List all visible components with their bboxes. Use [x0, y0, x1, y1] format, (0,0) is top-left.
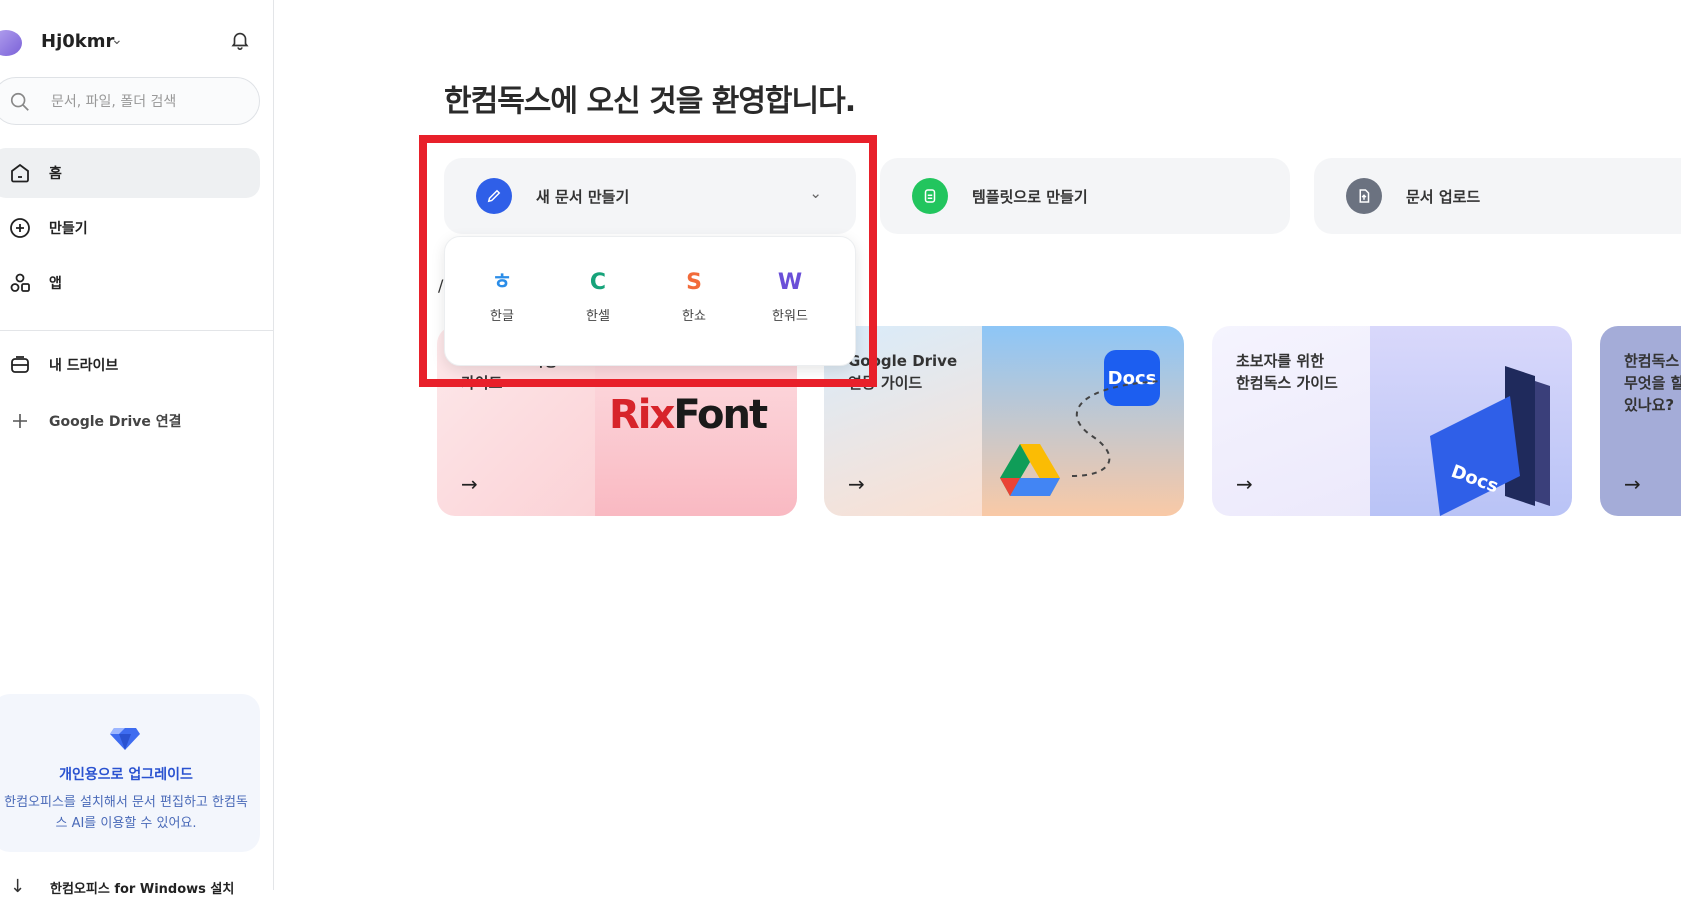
google-drive-icon: [1000, 444, 1060, 496]
profile-name[interactable]: Hj0kmr: [41, 31, 114, 52]
apps-icon: [10, 273, 30, 292]
upload-icon: [1346, 178, 1382, 214]
banner-image-area: Docs: [982, 326, 1184, 516]
plus-icon: [13, 414, 27, 428]
drive-icon: [11, 356, 29, 373]
search-input[interactable]: [51, 90, 251, 114]
banner-beginner-guide[interactable]: Docs 초보자를 위한 한컴독스 가이드 →: [1212, 326, 1572, 516]
dashed-arrow-icon: [1071, 380, 1162, 477]
sidebar-item-apps[interactable]: 앱: [0, 258, 260, 308]
arrow-right-icon: →: [848, 472, 865, 496]
banner-what-can-do[interactable]: 한컴독스 무엇을 할 있나요? →: [1600, 326, 1681, 516]
install-windows-link[interactable]: ↓ 한컴오피스 for Windows 설치: [10, 876, 270, 897]
avatar[interactable]: [0, 30, 22, 56]
sidebar: Hj0kmr ⌄ 홈 만들기 앱 내 드라이브: [0, 0, 274, 897]
sidebar-item-home[interactable]: 홈: [0, 148, 260, 198]
banner-title: 초보자를 위한 한컴독스 가이드: [1236, 352, 1338, 392]
banner-google-drive-guide[interactable]: Docs Google Drive 연동 가이드 →: [824, 326, 1184, 516]
install-label: 한컴오피스 for Windows 설치: [50, 882, 235, 897]
highlight-box: [419, 135, 877, 387]
banner-image-area: Docs: [1370, 326, 1572, 516]
arrow-right-icon: →: [1236, 472, 1253, 496]
sidebar-item-label: Google Drive 연결: [49, 414, 182, 430]
chevron-down-icon[interactable]: ⌄: [111, 32, 123, 48]
banner-title: 한컴독스 무엇을 할 있나요?: [1624, 352, 1681, 414]
arrow-right-icon: →: [1624, 472, 1641, 496]
sidebar-item-label: 앱: [49, 276, 62, 292]
action-label: 템플릿으로 만들기: [972, 188, 1088, 206]
sidebar-item-create[interactable]: 만들기: [0, 203, 260, 253]
diamond-icon: [110, 728, 140, 750]
search-box[interactable]: [0, 77, 260, 125]
sidebar-item-label: 내 드라이브: [49, 358, 119, 374]
create-from-template-button[interactable]: 템플릿으로 만들기: [880, 158, 1290, 234]
download-icon: ↓: [10, 876, 26, 897]
bell-icon[interactable]: [229, 29, 251, 51]
upgrade-card[interactable]: 개인용으로 업그레이드 한컴오피스를 설치해서 문서 편집하고 한컴독스 AI를…: [0, 694, 260, 852]
upgrade-title[interactable]: 개인용으로 업그레이드: [0, 764, 260, 784]
page-title: 한컴독스에 오신 것을 환영합니다.: [444, 84, 856, 119]
upgrade-description: 한컴오피스를 설치해서 문서 편집하고 한컴독스 AI를 이용할 수 있어요.: [4, 795, 248, 831]
upload-document-button[interactable]: 문서 업로드: [1314, 158, 1681, 234]
sidebar-item-label: 홈: [49, 166, 62, 182]
sidebar-item-google-drive[interactable]: Google Drive 연결: [0, 396, 260, 446]
sidebar-item-my-drive[interactable]: 내 드라이브: [0, 340, 260, 390]
rixfont-logo: RixFont: [609, 392, 768, 438]
arrow-right-icon: →: [461, 472, 478, 496]
search-icon: [10, 92, 29, 111]
sidebar-divider: [0, 330, 274, 331]
home-icon: [11, 163, 29, 183]
sidebar-item-label: 만들기: [49, 221, 88, 237]
plus-circle-icon: [10, 218, 30, 238]
template-icon: [912, 178, 948, 214]
docs-book-icon: Docs: [1430, 366, 1550, 516]
action-label: 문서 업로드: [1406, 188, 1481, 206]
